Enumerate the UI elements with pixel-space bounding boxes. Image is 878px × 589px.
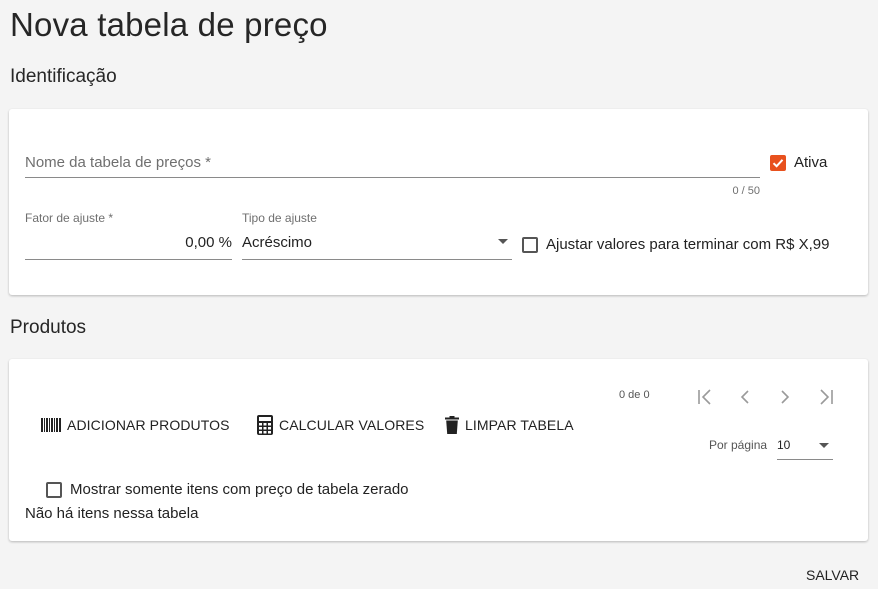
active-checkbox[interactable] — [770, 155, 786, 171]
first-page-icon[interactable] — [695, 386, 717, 408]
add-products-label: ADICIONAR PRODUTOS — [67, 417, 230, 433]
name-character-counter: 0 / 50 — [732, 185, 760, 197]
chevron-down-icon — [498, 239, 508, 244]
per-page-value: 10 — [777, 438, 791, 452]
products-section-title: Produtos — [10, 317, 87, 338]
page-title: Nova tabela de preço — [10, 6, 328, 43]
calculate-values-label: CALCULAR VALORES — [279, 417, 425, 433]
chevron-down-icon — [819, 443, 829, 448]
clear-table-label: LIMPAR TABELA — [465, 417, 574, 433]
trash-icon — [445, 416, 459, 434]
per-page-select[interactable]: 10 — [777, 431, 833, 460]
previous-page-icon[interactable] — [734, 386, 756, 408]
adjust-factor-label: Fator de ajuste * — [25, 211, 114, 225]
calculator-icon — [257, 415, 273, 435]
calculate-values-button[interactable]: CALCULAR VALORES — [257, 412, 424, 438]
price-table-name-field[interactable] — [25, 147, 760, 178]
round-values-checkbox[interactable] — [522, 237, 538, 253]
next-page-icon[interactable] — [774, 386, 796, 408]
adjust-factor-field[interactable]: 0,00 % — [25, 229, 232, 260]
clear-table-button[interactable]: LIMPAR TABELA — [445, 412, 574, 438]
save-button[interactable]: SALVAR — [806, 567, 859, 583]
zero-price-filter-checkbox[interactable] — [46, 482, 62, 498]
per-page-label: Por página — [709, 438, 768, 452]
adjust-type-select[interactable]: Acréscimo — [242, 229, 512, 260]
last-page-icon[interactable] — [814, 386, 836, 408]
identification-section-title: Identificação — [10, 66, 117, 87]
zero-price-filter-label: Mostrar somente itens com preço de tabel… — [70, 481, 409, 498]
adjust-type-value: Acréscimo — [242, 234, 313, 251]
pager-range-text: 0 de 0 — [619, 389, 650, 401]
identification-card: 0 / 50 Ativa Fator de ajuste * 0,00 % Ti… — [9, 109, 868, 295]
barcode-icon — [41, 418, 61, 432]
adjust-factor-value: 0,00 % — [185, 234, 232, 251]
add-products-button[interactable]: ADICIONAR PRODUTOS — [41, 412, 230, 438]
active-checkbox-label: Ativa — [794, 154, 828, 171]
adjust-type-label: Tipo de ajuste — [242, 211, 317, 225]
empty-table-message: Não há itens nessa tabela — [25, 505, 199, 522]
check-icon — [772, 159, 784, 168]
round-values-label: Ajustar valores para terminar com R$ X,9… — [546, 236, 830, 253]
products-card: 0 de 0 ADICIONAR PRODUTOS CALCULAR VALOR… — [9, 359, 868, 541]
price-table-name-input[interactable] — [25, 147, 760, 177]
